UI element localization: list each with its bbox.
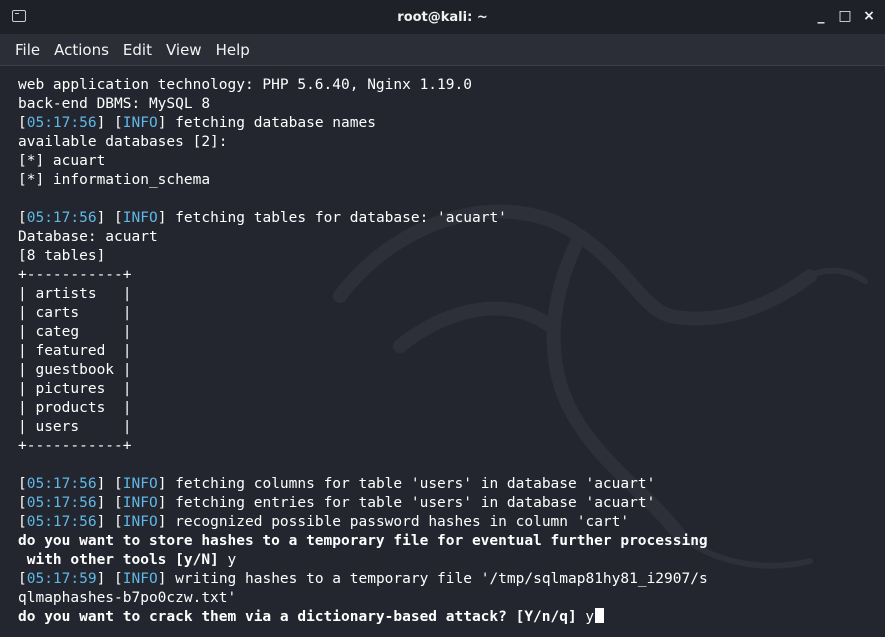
terminal-line: qlmaphashes-b7po0czw.txt'	[18, 589, 878, 608]
output-text: | guestbook |	[18, 362, 132, 378]
terminal-line: | users |	[18, 418, 878, 437]
terminal-line: +-----------+	[18, 266, 878, 285]
output-text: | products |	[18, 400, 132, 416]
terminal-line: available databases [2]:	[18, 133, 878, 152]
terminal-line: | guestbook |	[18, 361, 878, 380]
terminal-line: do you want to store hashes to a tempora…	[18, 532, 878, 551]
log-timestamp: 05:17:59	[26, 571, 97, 587]
prompt-answer: y	[218, 552, 237, 568]
menu-bar: File Actions Edit View Help	[0, 35, 885, 66]
output-text: [*] acuart	[18, 153, 106, 169]
prompt-question: do you want to store hashes to a tempora…	[18, 533, 708, 549]
output-text: back-end DBMS: MySQL 8	[18, 96, 211, 112]
log-message: fetching entries for table 'users' in da…	[166, 495, 656, 511]
prompt-question: do you want to crack them via a dictiona…	[18, 609, 577, 625]
menu-view[interactable]: View	[159, 41, 209, 59]
window-title: root@kali: ~	[397, 9, 488, 25]
title-bar[interactable]: root@kali: ~ _ □ ×	[0, 0, 885, 35]
terminal-line: back-end DBMS: MySQL 8	[18, 95, 878, 114]
menu-file[interactable]: File	[8, 41, 47, 59]
output-text: | artists |	[18, 286, 132, 302]
terminal-line: with other tools [y/N] y	[18, 551, 878, 570]
output-text: | categ |	[18, 324, 132, 340]
terminal-lines: web application technology: PHP 5.6.40, …	[18, 76, 878, 627]
prompt-question: with other tools [y/N]	[18, 552, 219, 568]
log-timestamp: 05:17:56	[26, 514, 97, 530]
output-text: +-----------+	[18, 267, 132, 283]
terminal-app-icon	[12, 10, 26, 22]
output-text: web application technology: PHP 5.6.40, …	[18, 77, 472, 93]
terminal-line: [*] information_schema	[18, 171, 878, 190]
terminal-line: | categ |	[18, 323, 878, 342]
menu-edit[interactable]: Edit	[116, 41, 159, 59]
output-text: | pictures |	[18, 381, 132, 397]
terminal-line: [05:17:56] [INFO] fetching entries for t…	[18, 495, 656, 511]
log-level: INFO	[122, 115, 158, 131]
log-message: fetching columns for table 'users' in da…	[166, 476, 656, 492]
terminal-line: [*] acuart	[18, 152, 878, 171]
log-timestamp: 05:17:56	[26, 210, 97, 226]
prompt-answer: y	[576, 609, 595, 625]
terminal-line: [8 tables]	[18, 247, 878, 266]
menu-actions[interactable]: Actions	[47, 41, 116, 59]
terminal-line: | products |	[18, 399, 878, 418]
log-message: writing hashes to a temporary file '/tmp…	[166, 571, 708, 587]
output-text: Database: acuart	[18, 229, 158, 245]
output-text: +-----------+	[18, 438, 132, 454]
output-text: [8 tables]	[18, 248, 106, 264]
log-level: INFO	[122, 495, 158, 511]
window-controls: _ □ ×	[811, 6, 879, 26]
log-message: fetching tables for database: 'acuart'	[166, 210, 507, 226]
log-timestamp: 05:17:56	[26, 115, 97, 131]
log-message: fetching database names	[166, 115, 376, 131]
log-timestamp: 05:17:56	[26, 495, 97, 511]
terminal-line: | pictures |	[18, 380, 878, 399]
menu-help[interactable]: Help	[209, 41, 257, 59]
minimize-button[interactable]: _	[811, 6, 831, 26]
output-text: | featured |	[18, 343, 132, 359]
terminal-window: root@kali: ~ _ □ × File Actions Edit Vie…	[0, 0, 885, 637]
terminal-line: [05:17:59] [INFO] writing hashes to a te…	[18, 571, 708, 587]
terminal-line: [05:17:56] [INFO] fetching tables for da…	[18, 210, 507, 226]
terminal-line: do you want to crack them via a dictiona…	[18, 608, 878, 627]
log-level: INFO	[122, 210, 158, 226]
terminal-line: [05:17:56] [INFO] fetching database name…	[18, 115, 376, 131]
terminal-output-area[interactable]: web application technology: PHP 5.6.40, …	[0, 66, 885, 637]
terminal-line: web application technology: PHP 5.6.40, …	[18, 76, 878, 95]
log-timestamp: 05:17:56	[26, 476, 97, 492]
maximize-button[interactable]: □	[835, 6, 855, 26]
terminal-line: | artists |	[18, 285, 878, 304]
log-message: recognized possible password hashes in c…	[166, 514, 630, 530]
terminal-line: [05:17:56] [INFO] fetching columns for t…	[18, 476, 656, 492]
output-text: | carts |	[18, 305, 132, 321]
output-text: qlmaphashes-b7po0czw.txt'	[18, 590, 237, 606]
terminal-line: [05:17:56] [INFO] recognized possible pa…	[18, 514, 630, 530]
close-button[interactable]: ×	[859, 6, 879, 26]
output-text: | users |	[18, 419, 132, 435]
output-text: available databases [2]:	[18, 134, 228, 150]
log-level: INFO	[122, 571, 158, 587]
output-text: [*] information_schema	[18, 172, 211, 188]
text-cursor	[595, 608, 605, 623]
terminal-line: Database: acuart	[18, 228, 878, 247]
terminal-line: | carts |	[18, 304, 878, 323]
terminal-line: +-----------+	[18, 437, 878, 456]
log-level: INFO	[122, 514, 158, 530]
terminal-line: | featured |	[18, 342, 878, 361]
log-level: INFO	[122, 476, 158, 492]
